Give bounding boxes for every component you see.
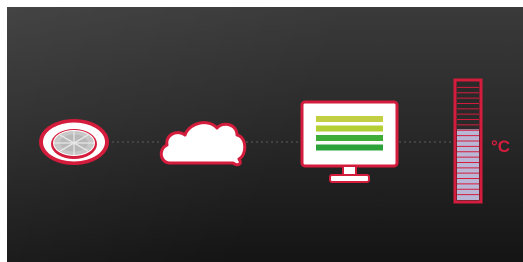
ceiling-sensor-icon — [39, 119, 109, 165]
thermometer-icon — [453, 78, 483, 204]
thermometer-scale — [457, 86, 479, 196]
monitor-bar — [316, 135, 383, 141]
monitor-icon — [300, 100, 399, 183]
temperature-unit-label: °C — [491, 137, 511, 156]
monitor-bar — [316, 116, 383, 122]
diagram-scene — [39, 78, 483, 204]
diagram-canvas: °C — [7, 7, 523, 262]
monitor-bar — [316, 125, 383, 132]
cloud-icon — [159, 121, 247, 167]
monitor-bar — [316, 144, 383, 151]
